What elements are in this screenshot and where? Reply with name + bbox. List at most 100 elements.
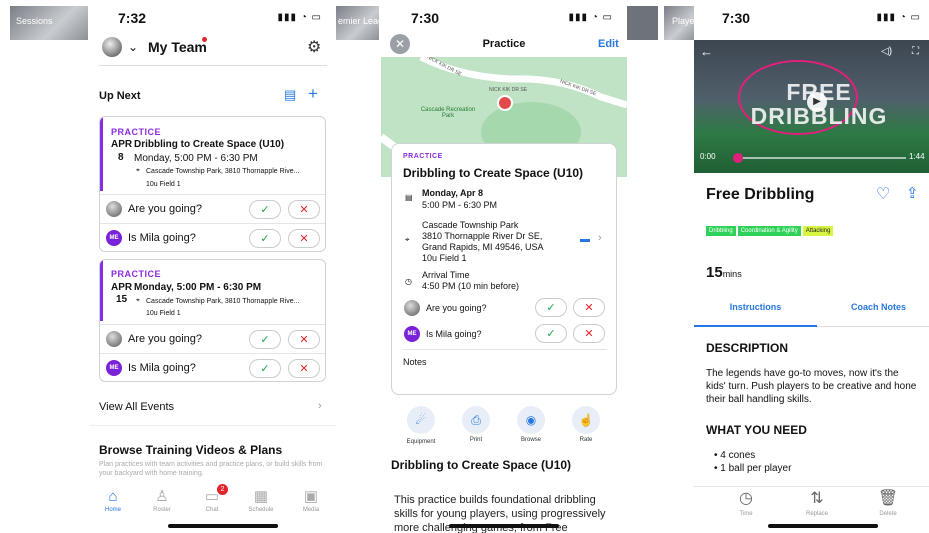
drill-title: Free Dribbling (706, 186, 815, 203)
chevron-right-icon[interactable]: › (318, 400, 322, 412)
rsvp-no-button[interactable]: ✕ (573, 324, 605, 343)
thumbnail-player[interactable]: Playe (664, 6, 696, 40)
chevron-down-icon[interactable]: ⌄ (128, 40, 138, 54)
status-bar: 7:32 ▮▮▮ ◔ ▭ (90, 10, 336, 28)
toolbar-replace[interactable]: ⇅ Replace (797, 488, 837, 517)
print-icon[interactable]: ⎙ (462, 406, 490, 434)
view-all-events-link[interactable]: View All Events (99, 401, 174, 413)
rsvp-yes-button[interactable]: ✓ (249, 228, 281, 248)
rsvp-yes-button[interactable]: ✓ (249, 199, 281, 219)
rsvp-question: Is Mila going? (128, 362, 196, 374)
tab-home[interactable]: ⌂ Home (93, 488, 133, 513)
arrival-value: 4:50 PM (10 min before) (422, 281, 520, 291)
tab-instructions[interactable]: Instructions (694, 302, 817, 312)
home-indicator (168, 524, 278, 528)
thumbnail-label: Playe (672, 16, 695, 26)
toolbar-label: Replace (805, 511, 828, 517)
share-icon[interactable]: ⇪ (906, 184, 919, 202)
place-name[interactable]: Cascade Township Park (422, 220, 518, 230)
avatar-me: ME (404, 326, 420, 342)
page-title: Practice (482, 38, 526, 50)
team-title[interactable]: My Team (148, 39, 207, 55)
tag-dribbling: Dribbling (706, 226, 736, 236)
tag-coordination: Coordination & Agility (737, 226, 801, 236)
rsvp-no-button[interactable]: ✕ (288, 329, 320, 349)
settings-gear-icon[interactable]: ⚙ (307, 37, 321, 57)
event-card[interactable]: PRACTICE APR 15 Monday, 5:00 PM - 6:30 P… (99, 259, 326, 382)
screen-drill-detail: 7:30 ▮▮▮ ◔ ▭ ← ◁) ⛶ FREE DRIBBLING ▶ 0:0… (694, 0, 929, 533)
thumbnail-sessions[interactable]: Sessions (10, 6, 88, 40)
add-event-icon[interactable]: + (308, 84, 318, 104)
video-progress-track[interactable] (738, 157, 906, 159)
signal-wifi-battery-icon: ▮▮▮ ◔ ▭ (876, 12, 921, 23)
tab-schedule[interactable]: ▦ Schedule (241, 487, 281, 513)
event-type: PRACTICE (403, 153, 443, 160)
rsvp-yes-button[interactable]: ✓ (535, 324, 567, 343)
rsvp-no-button[interactable]: ✕ (573, 298, 605, 317)
clock-icon: ◷ (739, 490, 753, 507)
rsvp-yes-button[interactable]: ✓ (249, 358, 281, 378)
thumbs-up-icon[interactable]: ☝ (572, 406, 600, 434)
video-scrubber[interactable] (733, 153, 743, 163)
rsvp-question: Are you going? (128, 203, 202, 215)
edit-button[interactable]: Edit (598, 38, 619, 50)
calendar-sync-icon[interactable]: ▤ (284, 87, 296, 103)
place-field: 10u Field 1 (422, 253, 467, 263)
tab-coach-notes[interactable]: Coach Notes (817, 302, 929, 312)
toolbar-delete[interactable]: 🗑 Delete (868, 488, 908, 517)
rsvp-no-button[interactable]: ✕ (288, 358, 320, 378)
signal-wifi-battery-icon: ▮▮▮ ◔ ▭ (277, 12, 322, 23)
avatar (106, 201, 122, 217)
event-time: 5:00 PM - 6:30 PM (422, 200, 498, 210)
back-arrow-icon[interactable]: ← (700, 44, 713, 59)
equipment-icon[interactable]: ☄ (407, 406, 435, 434)
rsvp-question: Are you going? (128, 333, 202, 345)
event-card[interactable]: PRACTICE APR 8 Dribbling to Create Space… (99, 116, 326, 252)
event-field: 10u Field 1 (146, 181, 181, 188)
browse-label[interactable]: Browse (511, 437, 551, 443)
browse-heading[interactable]: Browse Training Videos & Plans (99, 443, 282, 457)
toolbar-time[interactable]: ◷ Time (726, 488, 766, 517)
car-icon[interactable]: ▬ (580, 234, 590, 245)
equipment-label[interactable]: Equipment (401, 439, 441, 445)
need-item: • 4 cones (714, 450, 756, 461)
arrival-label: Arrival Time (422, 270, 470, 280)
event-detail-card: PRACTICE Dribbling to Create Space (U10)… (391, 143, 617, 395)
notes-label[interactable]: Notes (403, 357, 427, 367)
heart-icon[interactable]: ♡ (876, 184, 890, 204)
toolbar-label: Delete (879, 511, 897, 517)
what-you-need-heading: WHAT YOU NEED (706, 423, 807, 437)
clock-icon: ◷ (405, 277, 412, 286)
tab-media[interactable]: ▣ Media (291, 487, 331, 513)
description-text: The legends have go-to moves, now it's t… (706, 368, 917, 405)
fullscreen-icon[interactable]: ⛶ (912, 46, 919, 57)
calendar-icon: ▦ (253, 488, 269, 505)
rsvp-no-button[interactable]: ✕ (288, 228, 320, 248)
play-icon[interactable]: ▶ (807, 92, 827, 112)
place-address[interactable]: 3810 Thornapple River Dr SE, Grand Rapid… (422, 231, 562, 253)
print-label[interactable]: Print (456, 437, 496, 443)
need-item: • 1 ball per player (714, 463, 792, 474)
tab-roster[interactable]: ♙ Roster (142, 487, 182, 513)
rsvp-no-button[interactable]: ✕ (288, 199, 320, 219)
team-avatar[interactable] (102, 37, 122, 57)
chevron-right-icon[interactable]: › (598, 232, 602, 244)
avatar-me: ME (106, 360, 122, 376)
rsvp-row-child: ME Is Mila going? ✓ ✕ (100, 353, 325, 381)
map-pin-icon[interactable] (497, 95, 513, 111)
event-accent-bar (100, 117, 103, 191)
duration-value: 15mins (706, 264, 742, 281)
rate-label[interactable]: Rate (566, 437, 606, 443)
rsvp-yes-button[interactable]: ✓ (535, 298, 567, 317)
duration-number: 15 (706, 264, 723, 281)
event-when: Monday, 5:00 PM - 6:30 PM (134, 153, 258, 164)
avatar (106, 331, 122, 347)
rsvp-yes-button[interactable]: ✓ (249, 329, 281, 349)
browse-description: Plan practices with team activities and … (99, 461, 323, 477)
volume-icon[interactable]: ◁) (881, 46, 892, 57)
status-time: 7:30 (411, 10, 440, 26)
video-player[interactable]: ← ◁) ⛶ FREE DRIBBLING ▶ 0:00 1:44 (694, 40, 929, 173)
divider (694, 486, 929, 487)
thumbnail-premier[interactable]: emier Leag (336, 6, 379, 40)
browse-eye-icon[interactable]: ◉ (517, 406, 545, 434)
